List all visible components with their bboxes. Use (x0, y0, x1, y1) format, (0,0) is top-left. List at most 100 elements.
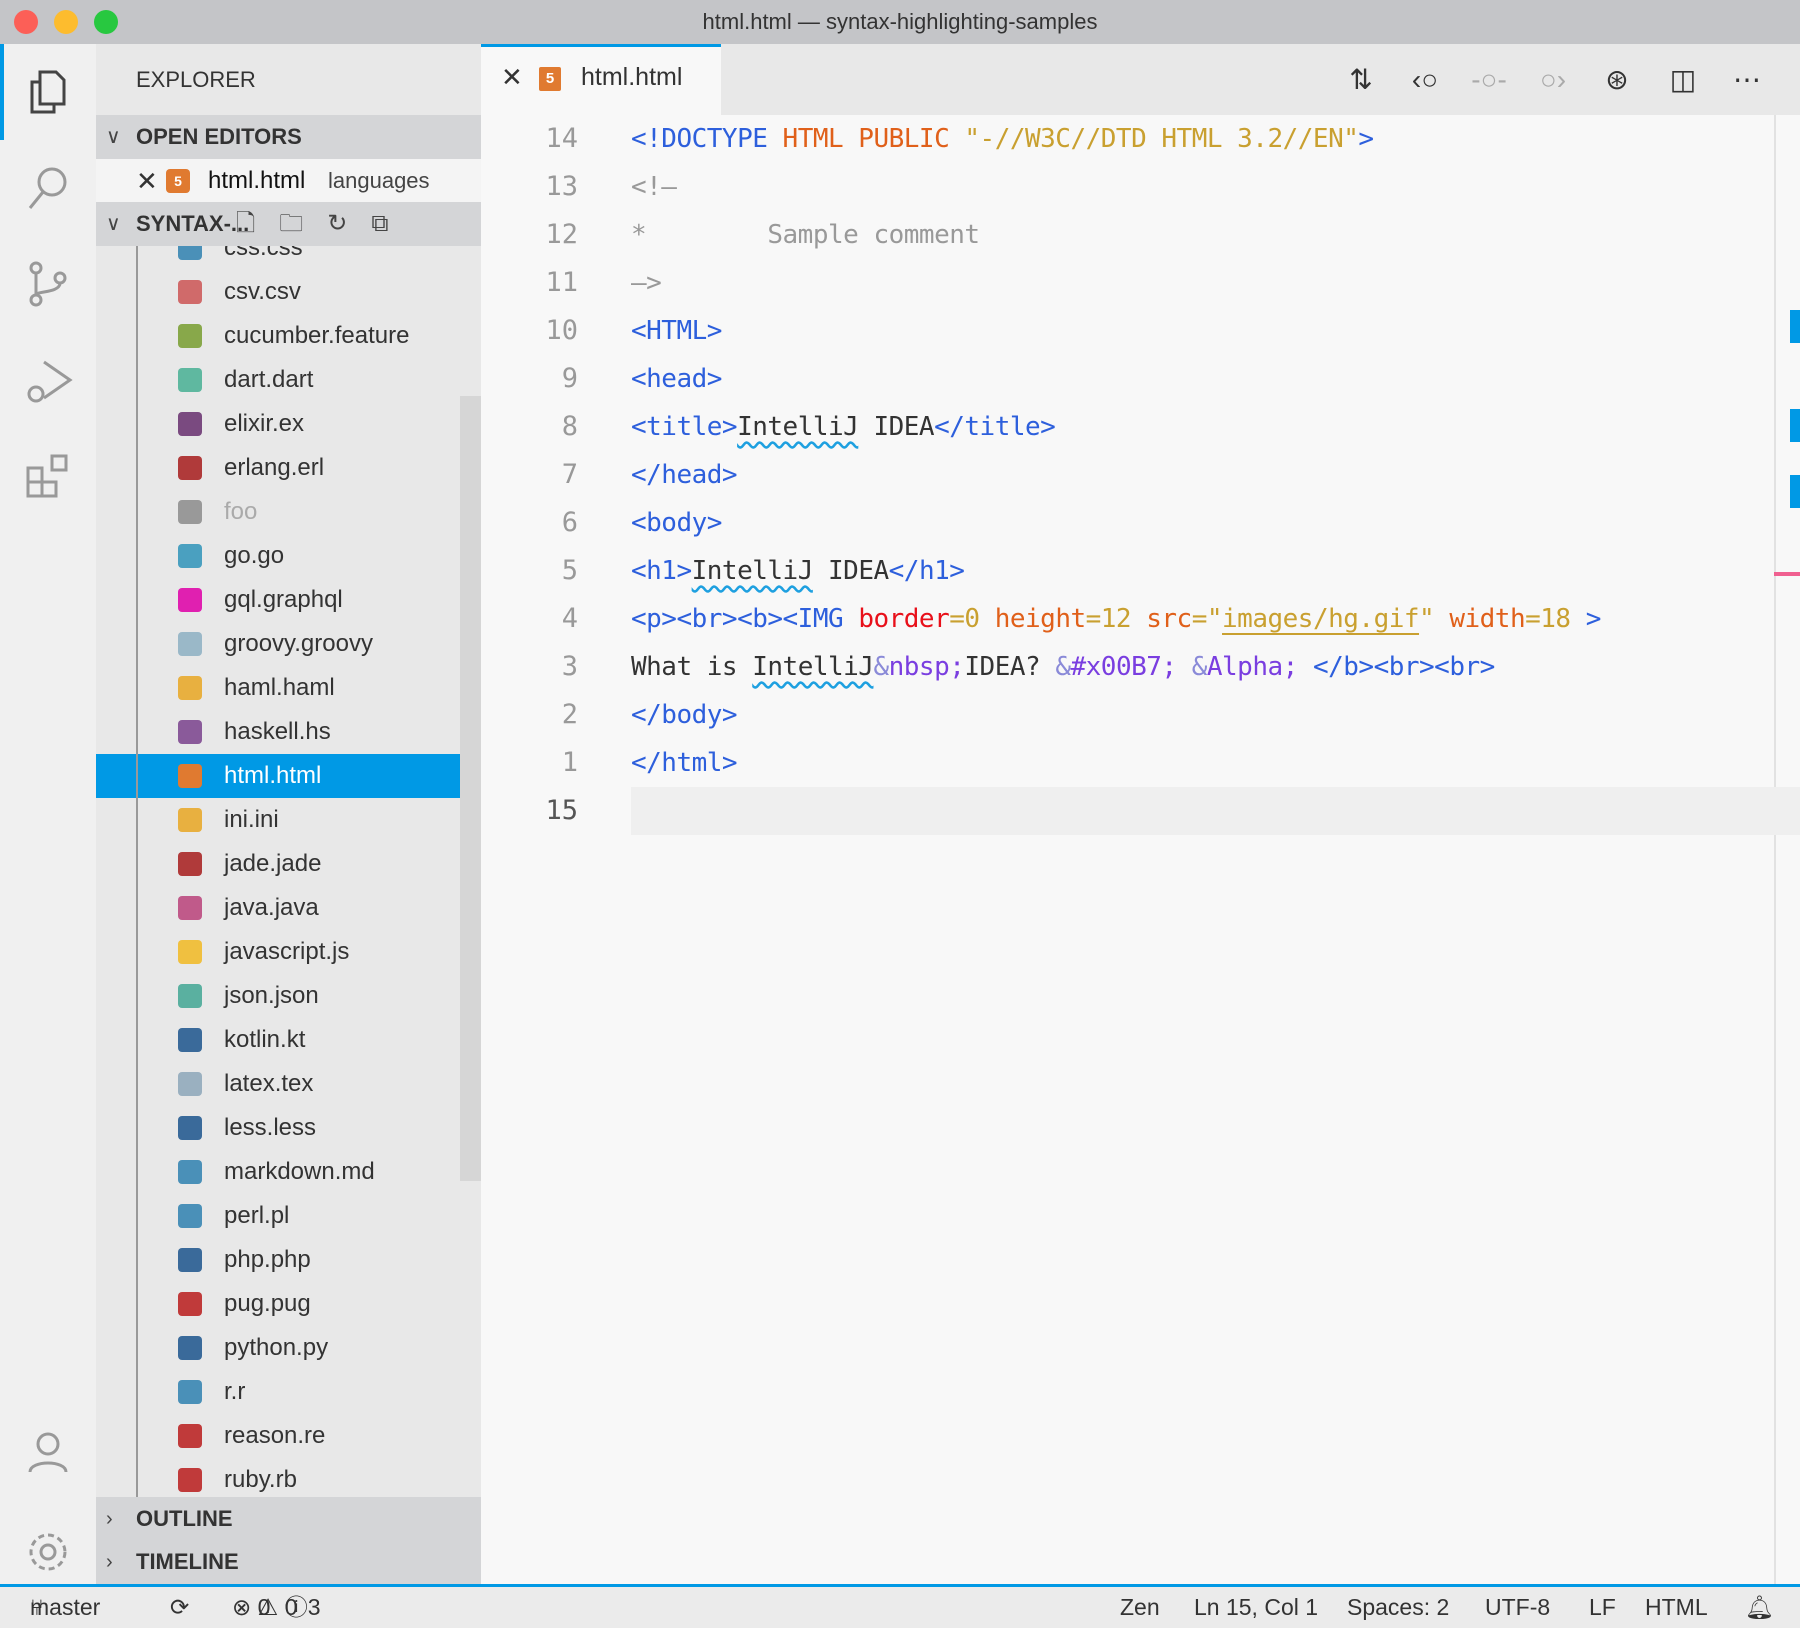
go-icon (178, 544, 202, 568)
code-line[interactable]: <p><br><b><IMG border=0 height=12 src="i… (631, 595, 1601, 643)
code-line[interactable]: What is IntelliJ&nbsp;IDEA? &#x00B7; &Al… (631, 643, 1495, 691)
code-line[interactable]: <body> (631, 499, 722, 547)
file-item[interactable]: jade.jade (96, 842, 481, 886)
cursor-position[interactable]: Ln 15, Col 1 (1194, 1587, 1318, 1627)
search-icon[interactable] (0, 140, 96, 236)
sync-icon[interactable]: ⟳ (170, 1587, 189, 1627)
notifications-bell-icon[interactable]: 🔔︎ (1745, 1587, 1774, 1627)
elixir-icon (178, 412, 202, 436)
code-line[interactable]: <HTML> (631, 307, 722, 355)
folder-header[interactable]: ∨ SYNTAX-... 🗋🗀↻⧉ (96, 202, 481, 246)
code-token: </head> (631, 460, 738, 490)
language-status[interactable]: HTML (1645, 1587, 1708, 1627)
git-graph-icon[interactable]: ⊛ (1599, 62, 1635, 98)
file-item[interactable]: ruby.rb (96, 1458, 481, 1497)
code-line[interactable]: </body> (631, 691, 738, 739)
zoom-window-button[interactable] (94, 10, 118, 34)
code-line[interactable]: </html> (631, 739, 738, 787)
eol-status[interactable]: LF (1589, 1587, 1616, 1627)
code-line[interactable]: <head> (631, 355, 722, 403)
encoding-status[interactable]: UTF-8 (1485, 1587, 1550, 1627)
more-actions-icon[interactable]: ⋯ (1729, 62, 1765, 98)
file-item[interactable]: html.html (96, 754, 481, 798)
file-item[interactable]: groovy.groovy (96, 622, 481, 666)
indentation-status[interactable]: Spaces: 2 (1347, 1587, 1449, 1627)
file-item[interactable]: pug.pug (96, 1282, 481, 1326)
file-item[interactable]: gql.graphql (96, 578, 481, 622)
perl-icon (178, 1204, 202, 1228)
file-item[interactable]: json.json (96, 974, 481, 1018)
code-token: & (873, 652, 889, 682)
file-item[interactable]: java.java (96, 886, 481, 930)
previous-change-icon[interactable]: ‹○ (1407, 62, 1443, 98)
code-token: =" (1191, 604, 1223, 634)
haskell-icon (178, 720, 202, 744)
code-line[interactable]: —> (631, 259, 662, 307)
file-item[interactable]: erlang.erl (96, 446, 481, 490)
file-item[interactable]: dart.dart (96, 358, 481, 402)
file-item[interactable]: ini.ini (96, 798, 481, 842)
code-token: #x00B7; (1070, 652, 1192, 682)
next-change-icon[interactable]: ○› (1535, 62, 1571, 98)
window-title: html.html — syntax-highlighting-samples (702, 9, 1098, 34)
explorer-sidebar: EXPLORER ∨ OPEN EDITORS ✕ 5 html.html lan… (96, 44, 481, 1584)
close-window-button[interactable] (14, 10, 38, 34)
line-number: 2 (561, 699, 578, 730)
source-control-icon[interactable] (0, 236, 96, 332)
code-token: </h1> (888, 556, 965, 586)
file-item[interactable]: go.go (96, 534, 481, 578)
file-item[interactable]: markdown.md (96, 1150, 481, 1194)
close-tab-icon[interactable]: ✕ (501, 62, 523, 93)
file-item[interactable]: php.php (96, 1238, 481, 1282)
compare-changes-icon[interactable]: ⇅ (1343, 62, 1379, 98)
code-line[interactable]: * Sample comment (631, 211, 980, 259)
file-name: r.r (224, 1378, 246, 1405)
file-item[interactable]: haskell.hs (96, 710, 481, 754)
explorer-icon[interactable] (0, 44, 96, 140)
file-item[interactable]: javascript.js (96, 930, 481, 974)
cucumber-icon (178, 324, 202, 348)
open-editor-item[interactable]: ✕ 5 html.html languages (96, 159, 481, 203)
file-item[interactable]: elixir.ex (96, 402, 481, 446)
tab-html[interactable]: ✕ 5 html.html (481, 44, 721, 115)
file-item[interactable]: latex.tex (96, 1062, 481, 1106)
file-item[interactable]: css.css (96, 246, 481, 270)
tab-bar: ✕ 5 html.html ⇅ ‹○ -○- ○› ⊛ ◫ ⋯ (481, 44, 1800, 115)
split-editor-icon[interactable]: ◫ (1665, 62, 1701, 98)
file-item[interactable]: csv.csv (96, 270, 481, 314)
code-line[interactable]: <h1>IntelliJ IDEA</h1> (631, 547, 965, 595)
outline-header[interactable]: › OUTLINE (96, 1497, 481, 1541)
commit-icon[interactable]: -○- (1471, 62, 1507, 98)
file-item[interactable]: cucumber.feature (96, 314, 481, 358)
file-item[interactable]: perl.pl (96, 1194, 481, 1238)
file-item[interactable]: reason.re (96, 1414, 481, 1458)
open-editors-header[interactable]: ∨ OPEN EDITORS (96, 115, 481, 159)
haml-icon (178, 676, 202, 700)
sidebar-scrollbar[interactable] (460, 396, 481, 1181)
code-line[interactable]: <!— (631, 163, 677, 211)
ini-icon (178, 808, 202, 832)
minimize-window-button[interactable] (54, 10, 78, 34)
code-line[interactable]: </head> (631, 451, 738, 499)
file-item[interactable]: haml.haml (96, 666, 481, 710)
account-icon[interactable] (0, 1404, 96, 1500)
code-token: <body> (631, 508, 722, 538)
file-item[interactable]: r.r (96, 1370, 481, 1414)
code-editor[interactable]: 14 <!DOCTYPE HTML PUBLIC "-//W3C//DTD HTM… (481, 115, 1800, 1584)
file-item[interactable]: less.less (96, 1106, 481, 1150)
file-item[interactable]: foo (96, 490, 481, 534)
current-line-highlight (631, 787, 1800, 835)
timeline-header[interactable]: › TIMELINE (96, 1540, 481, 1584)
line-number: 8 (561, 411, 578, 442)
file-item[interactable]: python.py (96, 1326, 481, 1370)
folder-actions-icons[interactable]: 🗋🗀↻⧉ (236, 202, 413, 246)
zen-status[interactable]: Zen (1120, 1587, 1160, 1627)
code-line[interactable]: <title>IntelliJ IDEA</title> (631, 403, 1056, 451)
code-line[interactable]: <!DOCTYPE HTML PUBLIC "-//W3C//DTD HTML … (631, 115, 1374, 163)
file-item[interactable]: kotlin.kt (96, 1018, 481, 1062)
extensions-icon[interactable] (0, 428, 96, 524)
file-name: ini.ini (224, 806, 279, 833)
problems-status[interactable]: ⊗ 0 ⚠ 0 ⓘ 3 (232, 1587, 320, 1627)
close-icon[interactable]: ✕ (136, 159, 158, 203)
run-debug-icon[interactable] (0, 332, 96, 428)
